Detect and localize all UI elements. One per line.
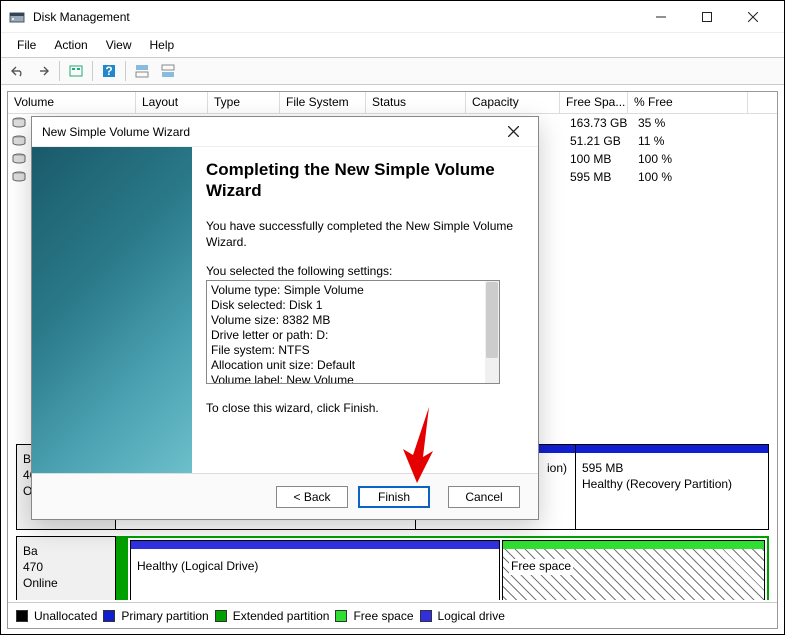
volume-icon <box>12 171 26 183</box>
window-title: Disk Management <box>33 10 638 24</box>
partition-recovery[interactable]: 595 MB Healthy (Recovery Partition) <box>576 444 769 530</box>
toolbar: ? <box>1 57 784 85</box>
col-volume[interactable]: Volume <box>8 92 136 113</box>
view-bottom-icon[interactable] <box>156 60 180 82</box>
toolbar-separator <box>92 61 93 81</box>
wizard-banner <box>32 147 192 473</box>
partition-freespace[interactable]: Free space <box>502 540 765 600</box>
legend-logical: Logical drive <box>438 609 505 623</box>
legend: Unallocated Primary partition Extended p… <box>8 602 777 628</box>
wizard-footer: < Back Finish Cancel <box>32 473 538 519</box>
primary-bar <box>576 445 768 453</box>
app-icon <box>9 9 25 25</box>
swatch-extended <box>215 610 227 622</box>
wizard-close-button[interactable] <box>498 120 528 144</box>
partition-logical[interactable]: Healthy (Logical Drive) <box>130 540 500 600</box>
close-button[interactable] <box>730 2 776 32</box>
free-space-label: Free space <box>509 559 573 575</box>
partition-status: Healthy (Recovery Partition) <box>582 477 762 493</box>
col-fs[interactable]: File System <box>280 92 366 113</box>
cell-free: 595 MB <box>564 169 632 185</box>
legend-unallocated: Unallocated <box>34 609 97 623</box>
wizard-close-hint: To close this wizard, click Finish. <box>206 400 522 416</box>
setting-line: File system: NTFS <box>211 343 495 358</box>
toolbar-separator <box>125 61 126 81</box>
cell-pct: 35 % <box>632 115 752 131</box>
swatch-logical <box>420 610 432 622</box>
volume-icon <box>12 153 26 165</box>
wizard-settings-box[interactable]: Volume type: Simple Volume Disk selected… <box>206 280 500 384</box>
svg-text:?: ? <box>105 64 112 78</box>
forward-icon[interactable] <box>31 60 55 82</box>
free-bar <box>503 541 764 549</box>
cell-pct: 11 % <box>632 133 752 149</box>
wizard-titlebar[interactable]: New Simple Volume Wizard <box>32 117 538 147</box>
refresh-icon[interactable] <box>64 60 88 82</box>
cell-free: 163.73 GB <box>564 115 632 131</box>
cell-pct: 100 % <box>632 151 752 167</box>
setting-line: Volume type: Simple Volume <box>211 283 495 298</box>
swatch-primary <box>103 610 115 622</box>
wizard-dialog: New Simple Volume Wizard Completing the … <box>31 116 539 520</box>
wizard-settings-label: You selected the following settings: <box>206 264 522 278</box>
col-capacity[interactable]: Capacity <box>466 92 560 113</box>
back-button[interactable]: < Back <box>276 486 348 508</box>
finish-button[interactable]: Finish <box>358 486 430 508</box>
setting-line: Allocation unit size: Default <box>211 358 495 373</box>
minimize-button[interactable] <box>638 2 684 32</box>
disk-status: Online <box>23 575 109 591</box>
scrollbar[interactable] <box>485 281 499 383</box>
menu-help[interactable]: Help <box>142 36 183 54</box>
volume-icon <box>12 117 26 129</box>
maximize-button[interactable] <box>684 2 730 32</box>
window-titlebar: Disk Management <box>1 1 784 33</box>
cell-free: 100 MB <box>564 151 632 167</box>
scrollbar-thumb[interactable] <box>486 282 498 358</box>
swatch-free <box>335 610 347 622</box>
back-icon[interactable] <box>5 60 29 82</box>
disk-size: 470 <box>23 559 109 575</box>
setting-line: Volume label: New Volume <box>211 373 495 384</box>
cell-pct: 100 % <box>632 169 752 185</box>
disk-type: Ba <box>23 543 109 559</box>
view-top-icon[interactable] <box>130 60 154 82</box>
partition-size: 595 MB <box>582 461 762 477</box>
menu-action[interactable]: Action <box>46 36 95 54</box>
help-icon[interactable]: ? <box>97 60 121 82</box>
wizard-main: Completing the New Simple Volume Wizard … <box>192 147 538 473</box>
col-free[interactable]: Free Spa... <box>560 92 628 113</box>
volume-list-header: Volume Layout Type File System Status Ca… <box>8 92 777 114</box>
wizard-success-text: You have successfully completed the New … <box>206 218 522 250</box>
wizard-heading: Completing the New Simple Volume Wizard <box>206 159 522 202</box>
volume-icon <box>12 135 26 147</box>
toolbar-separator <box>59 61 60 81</box>
col-status[interactable]: Status <box>366 92 466 113</box>
extended-partition-container: Healthy (Logical Drive) Free space <box>116 536 769 600</box>
setting-line: Disk selected: Disk 1 <box>211 298 495 313</box>
logical-bar <box>131 541 499 549</box>
menu-bar: File Action View Help <box>1 33 784 57</box>
cancel-button[interactable]: Cancel <box>448 486 520 508</box>
disk-row-1: Ba 470 Online Healthy (Logical Drive) Fr… <box>16 536 769 600</box>
legend-free: Free space <box>353 609 413 623</box>
col-pct[interactable]: % Free <box>628 92 748 113</box>
menu-file[interactable]: File <box>9 36 44 54</box>
swatch-unallocated <box>16 610 28 622</box>
menu-view[interactable]: View <box>98 36 140 54</box>
partition-status: Healthy (Logical Drive) <box>137 559 493 575</box>
setting-line: Drive letter or path: D: <box>211 328 495 343</box>
cell-free: 51.21 GB <box>564 133 632 149</box>
col-layout[interactable]: Layout <box>136 92 208 113</box>
disk-label-1[interactable]: Ba 470 Online <box>16 536 116 600</box>
col-type[interactable]: Type <box>208 92 280 113</box>
legend-primary: Primary partition <box>121 609 208 623</box>
wizard-title: New Simple Volume Wizard <box>42 125 498 139</box>
setting-line: Volume size: 8382 MB <box>211 313 495 328</box>
legend-extended: Extended partition <box>233 609 330 623</box>
